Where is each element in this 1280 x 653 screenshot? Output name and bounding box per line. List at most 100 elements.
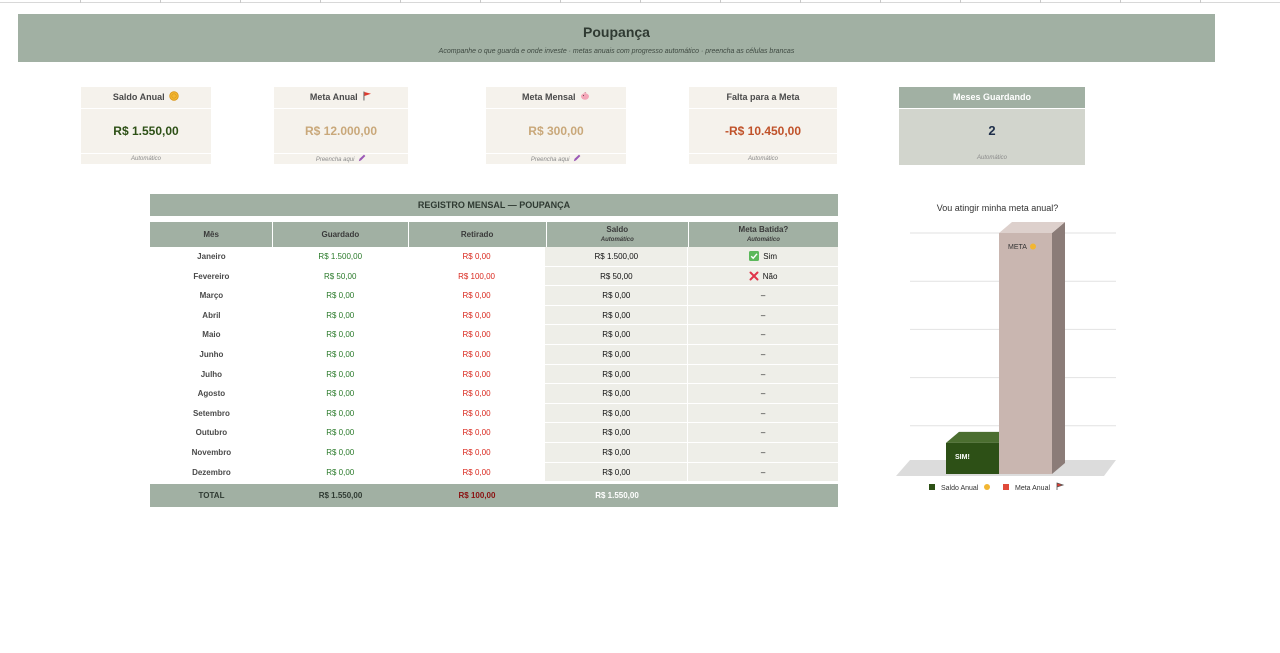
bar-data-label-1: SIM! [955, 454, 970, 461]
table-row: Junho R$ 0,00 R$ 0,00 R$ 0,00– [150, 344, 838, 365]
cell-meta-text: – [760, 467, 766, 477]
cell-guardado-input[interactable]: R$ 0,00 [273, 325, 408, 345]
card-value-input[interactable]: R$ 12.000,00 [274, 109, 408, 153]
table-row: Março R$ 0,00 R$ 0,00 R$ 0,00– [150, 286, 838, 306]
card-falta-meta: Falta para a Meta -R$ 10.450,00 Automáti… [689, 87, 837, 164]
card-saldo-anual: Saldo Anual R$ 1.550,00 Automático [81, 87, 211, 164]
cell-saldo: R$ 0,00 [545, 442, 688, 463]
cell-saldo: R$ 0,00 [545, 462, 688, 483]
card-label: Saldo Anual [112, 92, 165, 102]
cell-retirado-input[interactable]: R$ 0,00 [408, 404, 546, 424]
table-row: Maio R$ 0,00 R$ 0,00 R$ 0,00– [150, 325, 838, 345]
cell-meta-text: – [760, 447, 766, 457]
cell-retirado-input[interactable]: R$ 0,00 [408, 345, 546, 365]
cell-meta-text: – [760, 330, 766, 340]
header-banner: Poupança Acompanhe o que guarda e onde i… [18, 14, 1215, 62]
table-row: Outubro R$ 0,00 R$ 0,00 R$ 0,00– [150, 423, 838, 443]
header-saldo-note: Automático [600, 237, 634, 243]
cell-meta: – [687, 423, 838, 443]
card-label: Falta para a Meta [689, 87, 837, 109]
cell-mes: Outubro [195, 428, 228, 438]
page-subtitle: Acompanhe o que guarda e onde investe · … [438, 48, 795, 55]
cell-guardado-input[interactable]: R$ 0,00 [273, 423, 408, 443]
cell-mes: Janeiro [197, 252, 226, 261]
cell-meta: – [687, 384, 838, 404]
cell-meta-text: Sim [763, 252, 777, 261]
card-note: Automático [976, 155, 1007, 161]
cell-retirado-input[interactable]: R$ 0,00 [408, 306, 546, 326]
card-value-input[interactable]: R$ 300,00 [486, 109, 626, 153]
piggy-bank-icon [581, 92, 590, 100]
cell-retirado-input[interactable]: R$ 0,00 [408, 443, 546, 463]
table-row: Abril R$ 0,00 R$ 0,00 R$ 0,00– [150, 305, 838, 326]
column-ruler [0, 0, 1280, 3]
cell-retirado-input[interactable]: R$ 0,00 [408, 463, 546, 483]
card-note: Preencha aqui [315, 157, 355, 163]
pencil-icon [573, 154, 581, 162]
cell-saldo: R$ 0,00 [545, 423, 688, 443]
chart-canvas: SIM! META Saldo Anual Meta Anual [896, 222, 1116, 492]
bar-1 [946, 442, 999, 474]
cell-saldo: R$ 0,00 [545, 384, 688, 404]
cell-meta: – [687, 442, 838, 463]
cell-saldo: R$ 0,00 [545, 344, 688, 365]
total-meta [688, 484, 838, 507]
card-value: 2 [988, 123, 996, 138]
legend-marker-2 [1003, 484, 1009, 490]
cell-retirado-input[interactable]: R$ 0,00 [408, 247, 546, 267]
cell-mes: Fevereiro [193, 271, 230, 281]
cell-retirado-input[interactable]: R$ 0,00 [408, 365, 546, 385]
cell-saldo: R$ 0,00 [545, 305, 688, 326]
cell-mes: Abril [202, 310, 221, 320]
header-meta: Meta Batida? Automático [689, 222, 838, 247]
cell-mes: Julho [200, 369, 223, 379]
cell-retirado-input[interactable]: R$ 0,00 [408, 325, 546, 345]
cell-guardado-input[interactable]: R$ 50,00 [273, 267, 408, 287]
card-meses-guardando: Meses Guardando 2 Automático [899, 87, 1085, 165]
cell-guardado-input[interactable]: R$ 0,00 [273, 404, 408, 424]
header-meta-note: Automático [746, 237, 780, 243]
cell-meta-text: – [760, 310, 766, 320]
card-note: Preencha aqui [530, 157, 570, 163]
card-meta-anual: Meta Anual R$ 12.000,00 Preencha aqui [274, 87, 408, 164]
cell-mes: Maio [202, 330, 221, 340]
monthly-register-table: REGISTRO MENSAL — POUPANÇA Mês Guardado … [150, 194, 838, 508]
cell-guardado-input[interactable]: R$ 0,00 [273, 365, 408, 385]
cell-mes: Junho [199, 349, 224, 359]
cell-meta-text: – [760, 428, 766, 438]
header-guardado: Guardado [273, 222, 409, 247]
cell-meta: – [687, 325, 838, 345]
cell-retirado-input[interactable]: R$ 0,00 [408, 286, 546, 306]
total-saldo: R$ 1.550,00 [595, 491, 639, 501]
cell-meta: – [687, 286, 838, 306]
cell-retirado-input[interactable]: R$ 0,00 [408, 423, 546, 443]
cell-meta-text: – [760, 408, 766, 418]
cell-guardado-input[interactable]: R$ 0,00 [273, 384, 408, 404]
cell-retirado-input[interactable]: R$ 0,00 [408, 384, 546, 404]
goal-chart[interactable]: Vou atingir minha meta anual? SIM! META Sa… [890, 195, 1122, 505]
cell-mes: Dezembro [192, 467, 231, 477]
cell-guardado-input[interactable]: R$ 1.500,00 [273, 247, 408, 267]
cell-guardado-input[interactable]: R$ 0,00 [273, 443, 408, 463]
cell-mes: Agosto [197, 389, 226, 399]
cell-retirado-input[interactable]: R$ 100,00 [408, 267, 546, 287]
table-row: Janeiro R$ 1.500,00 R$ 0,00 R$ 1.500,00 Sim [150, 247, 838, 267]
cell-guardado-input[interactable]: R$ 0,00 [273, 345, 408, 365]
cell-saldo: R$ 50,00 [545, 266, 688, 287]
cell-meta: – [687, 462, 838, 483]
total-retirado: R$ 100,00 [458, 491, 496, 501]
header-mes: Mês [150, 222, 274, 247]
cell-guardado-input[interactable]: R$ 0,00 [273, 286, 408, 306]
bar-data-label-2: META [1008, 244, 1027, 251]
header-saldo-label: Saldo [606, 225, 629, 234]
cell-guardado-input[interactable]: R$ 0,00 [273, 463, 408, 483]
legend-label-2: Meta Anual [1015, 485, 1050, 492]
coin-icon [984, 484, 990, 490]
cell-guardado-input[interactable]: R$ 0,00 [273, 306, 408, 326]
cell-meta: – [687, 305, 838, 326]
bar-side-2 [1052, 222, 1065, 474]
cell-meta-text: – [760, 349, 766, 359]
cell-saldo: R$ 1.500,00 [545, 247, 688, 267]
cell-mes: Setembro [192, 408, 230, 418]
table-row: Agosto R$ 0,00 R$ 0,00 R$ 0,00– [150, 384, 838, 404]
